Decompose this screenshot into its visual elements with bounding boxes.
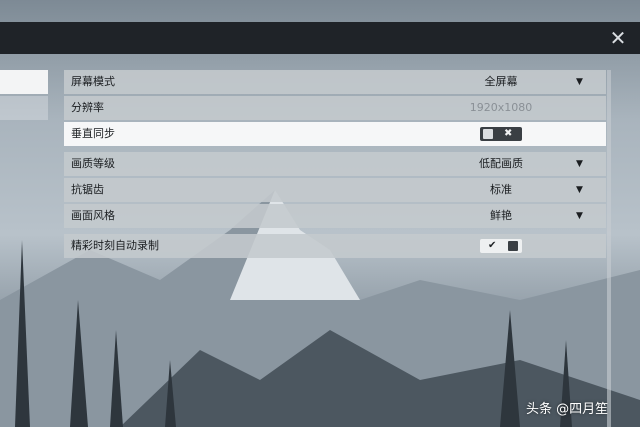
settings-group-recording: 精彩时刻自动录制 ✔ [64, 234, 606, 258]
setting-value-static: 1920x1080 [469, 101, 533, 114]
setting-label: 分辨率 [71, 101, 104, 114]
dropdown-arrow-icon[interactable]: ▼ [576, 178, 583, 202]
settings-group-display: 屏幕模式 全屏幕 ▼ 分辨率 1920x1080 垂直同步 ✖ [64, 70, 606, 146]
setting-label: 画面风格 [71, 209, 115, 222]
settings-group-quality: 画质等级 低配画质 ▼ 抗锯齿 标准 ▼ 画面风格 鲜艳 ▼ [64, 152, 606, 228]
setting-label: 精彩时刻自动录制 [71, 239, 159, 252]
setting-value-dropdown[interactable]: 标准 [456, 178, 546, 202]
close-icon: ✕ [609, 26, 627, 50]
setting-value-dropdown[interactable]: 鲜艳 [456, 204, 546, 228]
x-icon: ✖ [504, 128, 513, 139]
left-nav-panel [0, 70, 48, 122]
settings-list: 屏幕模式 全屏幕 ▼ 分辨率 1920x1080 垂直同步 ✖ 画质等级 低配画… [64, 70, 606, 264]
setting-label: 抗锯齿 [71, 183, 104, 196]
setting-value-dropdown[interactable]: 低配画质 [456, 152, 546, 176]
setting-row-vsync[interactable]: 垂直同步 ✖ [64, 122, 606, 146]
dropdown-arrow-icon[interactable]: ▼ [576, 152, 583, 176]
setting-row-resolution: 分辨率 1920x1080 [64, 96, 606, 120]
toggle-knob [483, 129, 493, 139]
setting-label: 屏幕模式 [71, 75, 115, 88]
setting-row-screen-mode[interactable]: 屏幕模式 全屏幕 ▼ [64, 70, 606, 94]
setting-label: 垂直同步 [71, 127, 115, 140]
settings-scrollbar[interactable] [607, 70, 611, 427]
setting-row-highlight-recording[interactable]: 精彩时刻自动录制 ✔ [64, 234, 606, 258]
title-bar: ✕ [0, 22, 640, 54]
highlight-recording-toggle[interactable]: ✔ [480, 239, 522, 253]
setting-value-dropdown[interactable]: 全屏幕 [456, 70, 546, 94]
setting-label: 画质等级 [71, 157, 115, 170]
left-nav-item[interactable] [0, 96, 48, 120]
vsync-toggle[interactable]: ✖ [480, 127, 522, 141]
setting-row-anti-aliasing[interactable]: 抗锯齿 标准 ▼ [64, 178, 606, 202]
dropdown-arrow-icon[interactable]: ▼ [576, 70, 583, 94]
left-nav-item-active[interactable] [0, 70, 48, 94]
dropdown-arrow-icon[interactable]: ▼ [576, 204, 583, 228]
close-button[interactable]: ✕ [602, 22, 634, 54]
setting-row-quality-level[interactable]: 画质等级 低配画质 ▼ [64, 152, 606, 176]
setting-row-visual-style[interactable]: 画面风格 鲜艳 ▼ [64, 204, 606, 228]
toggle-knob [508, 241, 518, 251]
watermark-text: 头条 @四月笙 [526, 402, 609, 417]
check-icon: ✔ [488, 240, 497, 251]
